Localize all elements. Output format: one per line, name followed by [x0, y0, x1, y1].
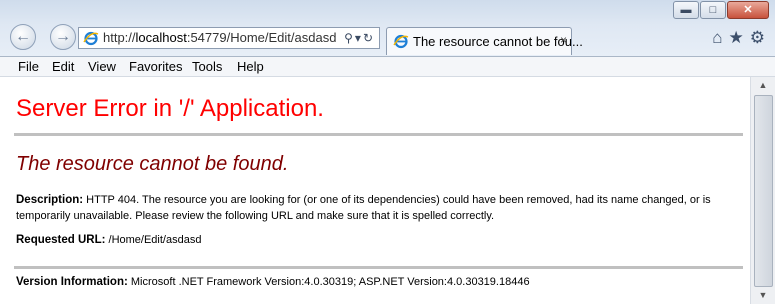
requested-url-value: /Home/Edit/asdasd [108, 234, 202, 246]
requested-url: Requested URL: /Home/Edit/asdasd [16, 234, 201, 246]
minimize-button[interactable]: ▬ [673, 1, 699, 19]
refresh-icon[interactable]: ↻ [363, 31, 375, 45]
ie-logo-icon [393, 34, 409, 49]
tab-close-icon[interactable]: × [560, 33, 567, 47]
forward-button[interactable]: → [50, 24, 76, 50]
page-content: Server Error in '/' Application. The res… [0, 77, 749, 304]
version-value: Microsoft .NET Framework Version:4.0.303… [130, 276, 530, 288]
close-button[interactable]: ✕ [727, 1, 769, 19]
menu-help[interactable]: Help [237, 59, 264, 74]
browser-chrome: ▬ □ ✕ ← → http://localhost:54779/Home/Ed… [0, 0, 775, 57]
address-bar[interactable]: http://localhost:54779/Home/Edit/asdasd … [78, 27, 380, 49]
error-subheading: The resource cannot be found. [16, 153, 289, 175]
back-arrow-icon: ← [15, 28, 31, 45]
scrollbar-thumb[interactable] [754, 95, 773, 287]
search-icon[interactable]: ⚲ [344, 31, 355, 45]
error-heading: Server Error in '/' Application. [16, 95, 324, 122]
menu-favorites[interactable]: Favorites [129, 59, 182, 74]
description-text: HTTP 404. The resource you are looking f… [16, 194, 711, 222]
maximize-button[interactable]: □ [700, 1, 726, 19]
vertical-scrollbar[interactable]: ▲ ▼ [750, 77, 775, 304]
menu-tools[interactable]: Tools [192, 59, 222, 74]
back-button[interactable]: ← [10, 24, 36, 50]
browser-tab[interactable]: The resource cannot be fou... × [386, 27, 583, 55]
ie-logo-icon [83, 31, 99, 46]
favorites-icon[interactable]: ★ [729, 28, 744, 48]
description-label: Description: [16, 194, 84, 206]
url-path: :54779/Home/Edit/asdasd [186, 30, 337, 45]
error-description: Description: HTTP 404. The resource you … [16, 192, 741, 224]
home-icon[interactable]: ⌂ [712, 28, 722, 48]
settings-icon[interactable]: ⚙ [750, 28, 765, 48]
url-host: localhost [135, 30, 187, 45]
divider [14, 133, 743, 136]
dropdown-icon[interactable]: ▾ [355, 31, 363, 45]
url-scheme: http:// [103, 30, 136, 45]
scroll-up-icon[interactable]: ▲ [751, 77, 775, 94]
window-controls: ▬ □ ✕ [673, 1, 769, 19]
menu-file[interactable]: File [18, 59, 39, 74]
requested-url-label: Requested URL: [16, 234, 106, 246]
menu-view[interactable]: View [88, 59, 116, 74]
tab-title: The resource cannot be fou... [413, 34, 583, 49]
menu-bar: File Edit View Favorites Tools Help [0, 57, 775, 77]
browser-toolbar-icons: ⌂ ★ ⚙ [712, 28, 765, 48]
menu-edit[interactable]: Edit [52, 59, 74, 74]
forward-arrow-icon: → [55, 28, 71, 45]
version-label: Version Information: [16, 276, 128, 288]
address-url[interactable]: http://localhost:54779/Home/Edit/asdasd [103, 28, 336, 48]
new-tab-button[interactable] [574, 28, 598, 54]
version-information: Version Information: Microsoft .NET Fram… [16, 276, 530, 288]
address-tools: ⚲▾↻ [344, 28, 375, 48]
scroll-down-icon[interactable]: ▼ [751, 287, 775, 304]
divider [14, 266, 743, 269]
